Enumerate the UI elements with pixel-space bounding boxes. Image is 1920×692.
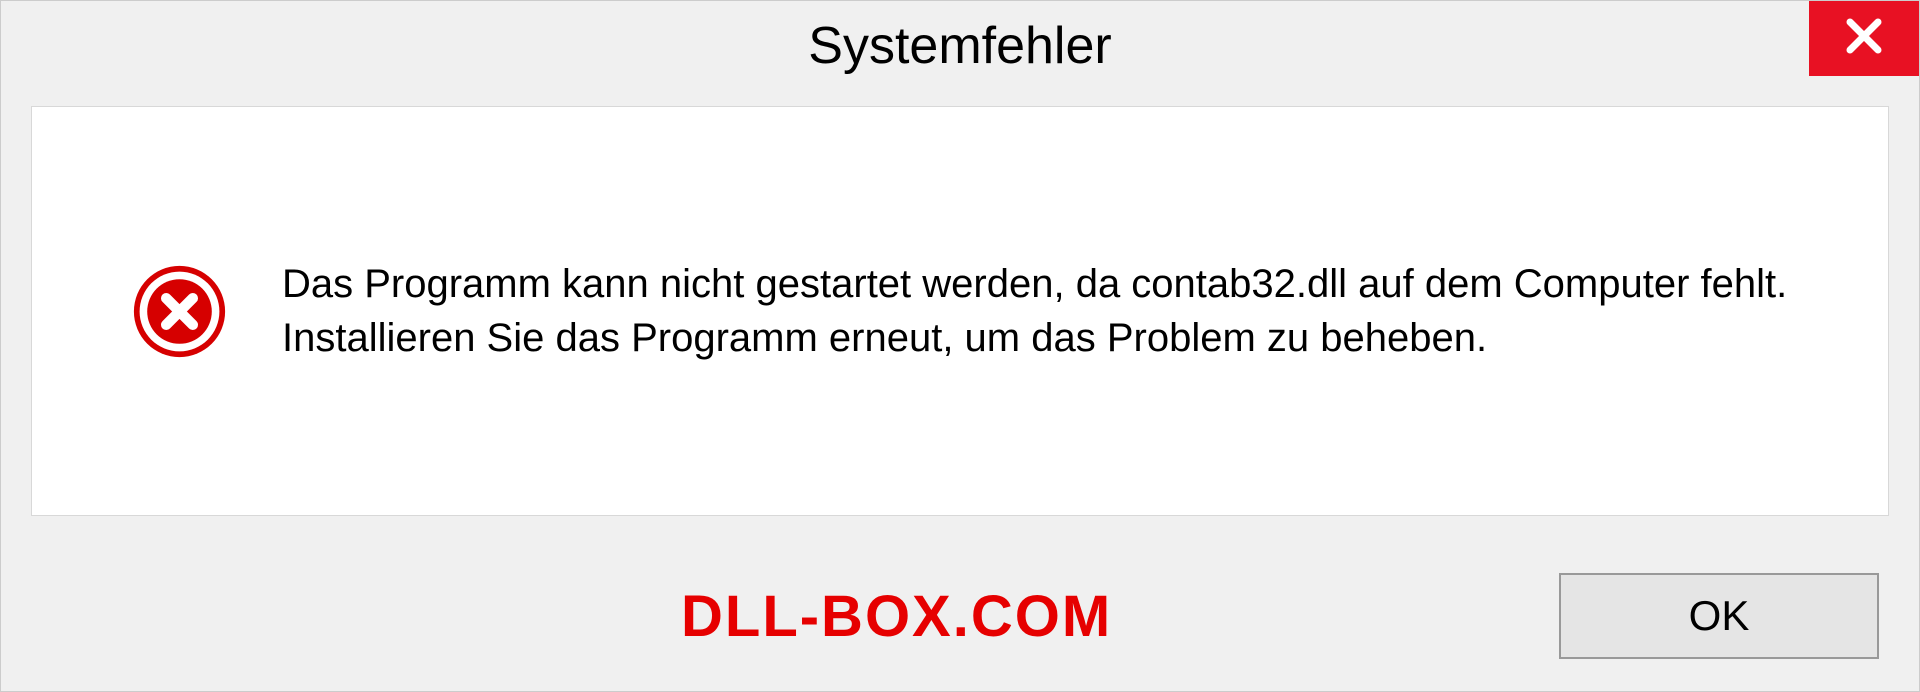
titlebar: Systemfehler [1, 1, 1919, 91]
ok-button[interactable]: OK [1559, 573, 1879, 659]
content-area: Das Programm kann nicht gestartet werden… [31, 106, 1889, 516]
error-message: Das Programm kann nicht gestartet werden… [282, 257, 1808, 365]
error-dialog: Systemfehler Das Programm kann nicht ges… [0, 0, 1920, 692]
dialog-title: Systemfehler [808, 16, 1111, 76]
close-button[interactable] [1809, 1, 1919, 76]
watermark-text: DLL-BOX.COM [681, 583, 1112, 650]
close-icon [1843, 15, 1885, 62]
error-icon [132, 264, 227, 359]
dialog-footer: DLL-BOX.COM OK [1, 541, 1919, 691]
